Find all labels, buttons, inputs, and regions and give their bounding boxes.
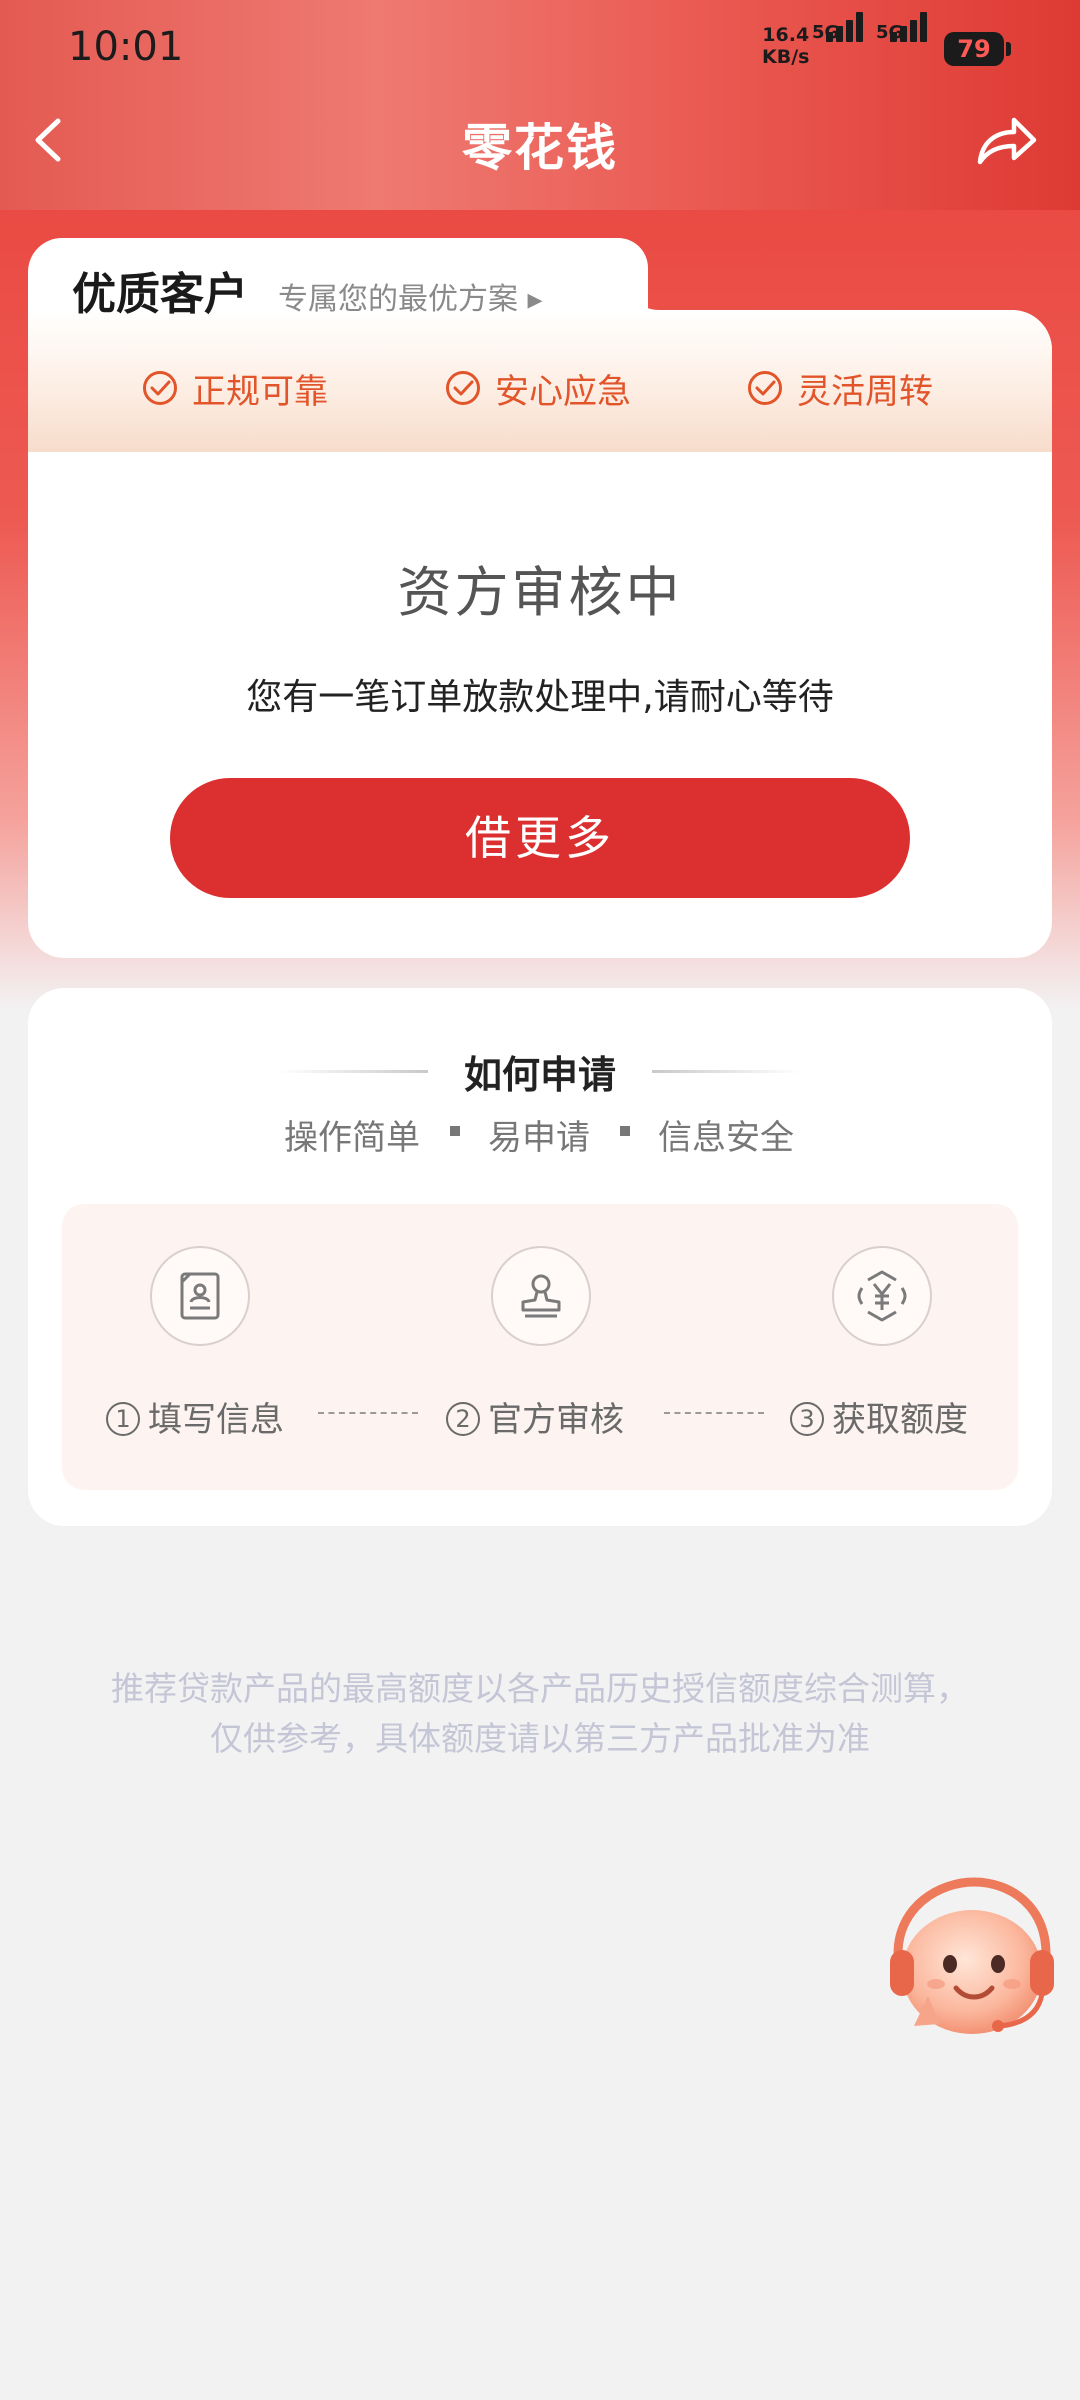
document-icon	[150, 1246, 250, 1346]
share-icon	[977, 117, 1037, 165]
step-2-label: 2 官方审核	[446, 1392, 624, 1441]
page-title: 零花钱	[462, 119, 618, 177]
apply-tag: 易申请	[488, 1118, 590, 1158]
card-subtitle-link[interactable]: 专属您的最优方案 ▸	[278, 274, 543, 318]
check-circle-icon	[748, 371, 782, 405]
card-title: 优质客户	[72, 269, 248, 320]
customer-service-button[interactable]	[870, 1876, 1070, 2056]
step-connector	[664, 1412, 764, 1414]
feature-label: 正规可靠	[192, 372, 328, 412]
check-circle-icon	[143, 371, 177, 405]
feature-label: 灵活周转	[797, 372, 933, 412]
disclaimer-text: 推荐贷款产品的最高额度以各产品历史授信额度综合测算，仅供参考，具体额度请以第三方…	[111, 1669, 969, 1758]
how-to-apply-title: 如何申请	[463, 1053, 616, 1097]
apply-tag: 操作简单	[284, 1118, 420, 1158]
review-status-title: 资方审核中	[397, 561, 683, 624]
check-circle-icon	[446, 371, 480, 405]
step-1-label: 1 填写信息	[106, 1392, 284, 1441]
apply-tag: 信息安全	[658, 1118, 794, 1158]
tag-separator	[450, 1126, 460, 1136]
review-status-message: 您有一笔订单放款处理中,请耐心等待	[246, 677, 834, 718]
yuan-icon	[832, 1246, 932, 1346]
status-time: 10:01	[68, 24, 184, 70]
customer-service-avatar-icon	[890, 1877, 1054, 2034]
share-button[interactable]	[972, 108, 1042, 174]
step-3-label: 3 获取额度	[790, 1392, 968, 1441]
title-divider-right	[652, 1070, 802, 1073]
status-bar: 10:01 16.4 KB/s 5G 5G 79	[0, 0, 1080, 100]
step-connector	[318, 1412, 418, 1414]
battery-icon: 79	[944, 32, 1004, 66]
tag-separator	[620, 1126, 630, 1136]
feature-label: 安心应急	[495, 372, 631, 412]
network-speed: 16.4 KB/s	[762, 24, 810, 68]
borrow-more-button[interactable]: 借更多	[170, 778, 910, 898]
stamp-icon	[491, 1246, 591, 1346]
